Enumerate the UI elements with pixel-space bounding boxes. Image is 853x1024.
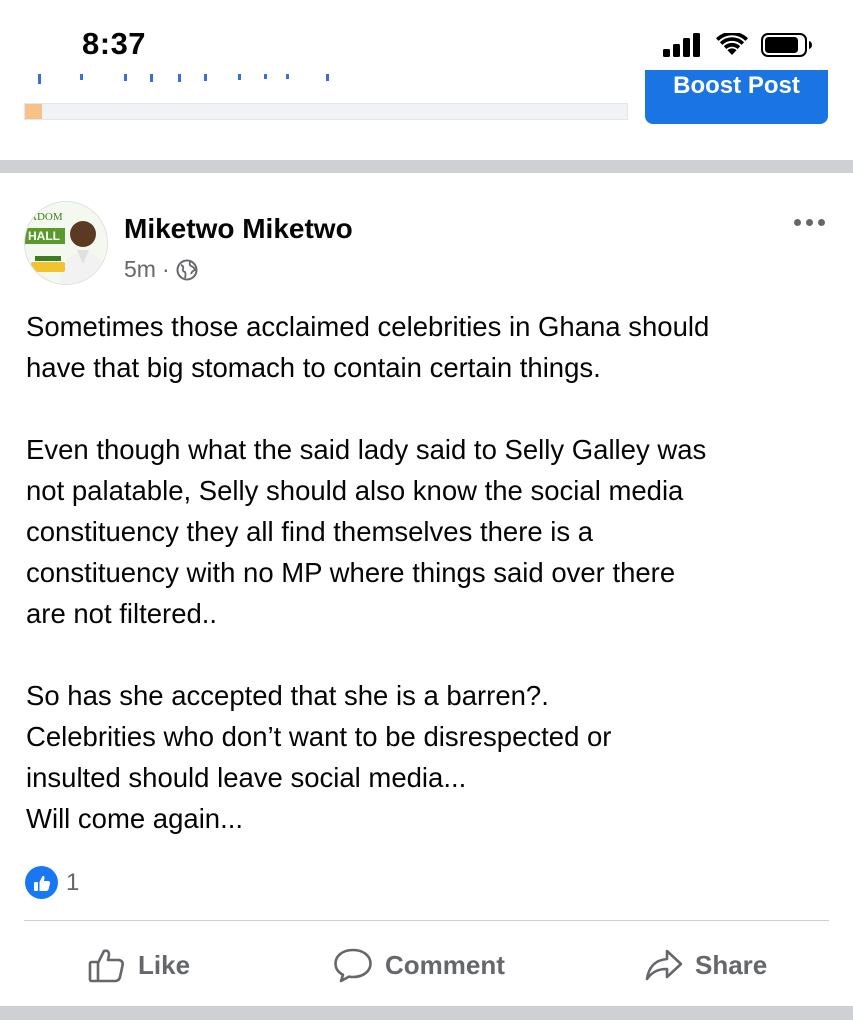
status-icons bbox=[663, 33, 813, 57]
feed-divider bbox=[0, 1006, 853, 1020]
post-line: have that big stomach to contain certain… bbox=[26, 352, 601, 383]
like-reaction-icon bbox=[25, 866, 58, 899]
post-line: constituency with no MP where things sai… bbox=[26, 557, 676, 588]
share-button[interactable]: Share bbox=[645, 940, 767, 990]
post-line: constituency they all find themselves th… bbox=[26, 516, 594, 547]
boost-post-button[interactable]: Boost Post bbox=[645, 70, 828, 124]
share-arrow-icon bbox=[645, 949, 683, 981]
post-timestamp[interactable]: 5m bbox=[124, 256, 156, 283]
post-line: not palatable, Selly should also know th… bbox=[26, 475, 684, 506]
more-options-button[interactable] bbox=[789, 212, 829, 232]
avatar-image: ADOM HALL bbox=[25, 202, 107, 284]
cellular-signal-icon bbox=[663, 33, 700, 57]
comment-label: Comment bbox=[385, 949, 505, 980]
post-line: are not filtered.. bbox=[26, 598, 218, 629]
post-meta: 5m · bbox=[124, 256, 198, 283]
post-line: Sometimes those acclaimed celebrities in… bbox=[26, 311, 710, 342]
reaction-count: 1 bbox=[66, 868, 80, 896]
wifi-icon bbox=[716, 33, 748, 55]
meta-separator: · bbox=[161, 256, 170, 282]
reactions-summary[interactable]: 1 bbox=[25, 866, 79, 899]
post-line: Will come again... bbox=[26, 803, 244, 834]
boost-progress-bar bbox=[24, 103, 628, 120]
like-label: Like bbox=[138, 949, 191, 980]
boost-post-label: Boost Post bbox=[673, 72, 800, 99]
post-line: So has she accepted that she is a barren… bbox=[26, 680, 549, 711]
post-line: Celebrities who don’t want to be disresp… bbox=[26, 721, 612, 752]
avatar-text-line1: ADOM bbox=[29, 211, 63, 223]
more-options-icon bbox=[793, 218, 801, 226]
battery-icon bbox=[761, 33, 812, 57]
thumbs-up-icon bbox=[88, 949, 124, 983]
action-bar-separator bbox=[24, 920, 829, 921]
avatar-text-line2: HALL bbox=[28, 229, 60, 243]
post-text: Sometimes those acclaimed celebrities in… bbox=[26, 306, 831, 839]
comment-button[interactable]: Comment bbox=[333, 940, 505, 990]
like-button[interactable]: Like bbox=[88, 940, 190, 990]
post-line: Even though what the said lady said to S… bbox=[26, 434, 707, 465]
post-line: insulted should leave social media... bbox=[26, 762, 467, 793]
comment-bubble-icon bbox=[334, 948, 372, 983]
share-label: Share bbox=[695, 949, 768, 980]
post-author-name[interactable]: Miketwo Miketwo bbox=[124, 213, 353, 245]
status-time: 8:37 bbox=[82, 26, 147, 61]
avatar[interactable]: ADOM HALL bbox=[24, 201, 108, 285]
cropped-text-fragment bbox=[38, 74, 329, 84]
feed-divider bbox=[0, 160, 853, 173]
globe-icon[interactable] bbox=[176, 259, 198, 281]
boost-progress-fill bbox=[25, 104, 42, 119]
